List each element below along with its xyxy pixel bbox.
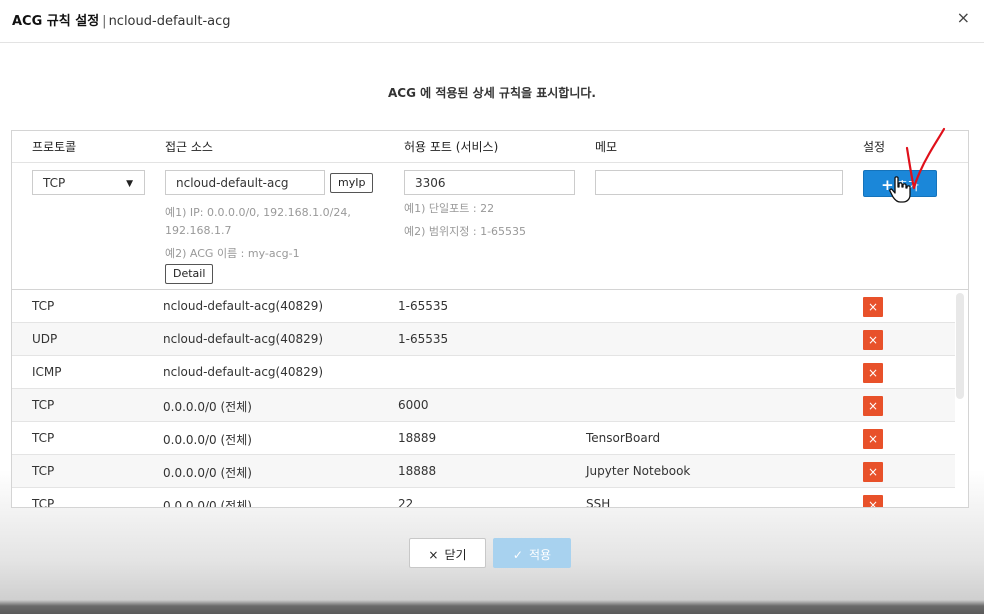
rule-memo: SSH [586,497,611,508]
header-memo: 메모 [595,140,618,154]
rule-port: 6000 [398,398,429,412]
header-settings: 설정 [863,140,886,154]
dialog-title: ACG 규칙 설정 | ncloud-default-acg [12,10,231,29]
delete-rule-icon[interactable]: × [863,363,883,383]
memo-input[interactable] [595,170,843,195]
source-input[interactable]: ncloud-default-acg [165,170,325,195]
table-header: 프로토콜 접근 소스 허용 포트 (서비스) 메모 설정 [12,131,968,163]
rule-protocol: TCP [32,431,55,445]
rule-protocol: TCP [32,464,55,478]
rule-protocol: TCP [32,299,55,313]
dialog-title-main: ACG 규칙 설정 [12,14,100,29]
caret-down-icon: ▼ [126,179,133,189]
rule-port: 18888 [398,464,437,478]
source-hint-acg: 예2) ACG 이름 : my-acg-1 [165,247,300,260]
header-protocol: 프로토콜 [32,140,77,154]
delete-rule-icon[interactable]: × [863,330,883,350]
protocol-select-value: TCP [43,176,66,190]
rule-port: 1-65535 [398,299,449,313]
rule-source: ncloud-default-acg(40829) [163,299,324,313]
rule-source: ncloud-default-acg(40829) [163,332,324,346]
rule-memo: Jupyter Notebook [586,464,691,478]
plus-icon: + [881,176,894,194]
rule-protocol: TCP [32,398,55,412]
apply-button[interactable]: ✓ 적용 [493,538,571,568]
apply-button-label: 적용 [528,548,552,562]
add-rule-label: 추가 [896,179,919,193]
rule-port: 18889 [398,431,437,445]
rule-protocol: ICMP [32,365,62,379]
rule-source: 0.0.0.0/0 (전체) [163,400,252,414]
scrollbar-thumb[interactable] [956,293,964,399]
header-source: 접근 소스 [165,140,213,154]
source-hint-ip-cont: 192.168.1.7 [165,224,232,237]
myip-button[interactable]: myIp [330,173,374,193]
table-row: TCP 0.0.0.0/0 (전체) 22 SSH × [12,488,955,508]
close-icon[interactable]: × [957,9,970,27]
port-hint-range: 예2) 범위지정 : 1-65535 [404,225,527,238]
rule-source: 0.0.0.0/0 (전체) [163,466,252,480]
dialog-subtitle: ncloud-default-acg [108,14,231,29]
protocol-select[interactable]: TCP ▼ [32,170,145,195]
delete-rule-icon[interactable]: × [863,297,883,317]
delete-rule-icon[interactable]: × [863,429,883,449]
table-row: TCP ncloud-default-acg(40829) 1-65535 × [12,290,955,323]
detail-button[interactable]: Detail [165,264,214,284]
rule-source: 0.0.0.0/0 (전체) [163,499,252,508]
acg-rules-table: 프로토콜 접근 소스 허용 포트 (서비스) 메모 설정 TCP ▼ nclou… [11,130,969,508]
add-rule-button[interactable]: + 추가 [863,170,937,197]
new-rule-form: TCP ▼ ncloud-default-acg myIp 예1) IP: 0.… [12,163,968,290]
rule-list-scrollbar[interactable] [956,293,964,507]
table-row: UDP ncloud-default-acg(40829) 1-65535 × [12,323,955,356]
rule-memo: TensorBoard [586,431,661,445]
close-button-label: 닫기 [444,548,467,562]
rule-port: 1-65535 [398,332,449,346]
table-row: ICMP ncloud-default-acg(40829) × [12,356,955,389]
source-hint-ip: 예1) IP: 0.0.0.0/0, 192.168.1.0/24, [165,206,351,219]
rule-protocol: TCP [32,497,55,508]
header-port: 허용 포트 (서비스) [404,140,499,154]
table-row: TCP 0.0.0.0/0 (전체) 18888 Jupyter Notebook × [12,455,955,488]
check-icon: ✓ [512,548,523,562]
delete-rule-icon[interactable]: × [863,462,883,482]
close-button[interactable]: × 닫기 [409,538,486,568]
delete-rule-icon[interactable]: × [863,396,883,416]
dialog-header: ACG 규칙 설정 | ncloud-default-acg × [0,0,984,43]
rule-source: 0.0.0.0/0 (전체) [163,433,252,447]
rule-port: 22 [398,497,414,508]
table-row: TCP 0.0.0.0/0 (전체) 18889 TensorBoard × [12,422,955,455]
dialog-description: ACG 에 적용된 상세 규칙을 표시합니다. [388,86,596,100]
rule-source: ncloud-default-acg(40829) [163,365,324,379]
rule-list: TCP ncloud-default-acg(40829) 1-65535 × UDP n… [12,290,955,508]
port-input[interactable]: 3306 [404,170,575,195]
rule-protocol: UDP [32,332,58,346]
table-row: TCP 0.0.0.0/0 (전체) 6000 × [12,389,955,422]
delete-rule-icon[interactable]: × [863,495,883,507]
close-icon: × [428,548,439,562]
title-separator: | [102,14,107,29]
port-hint-single: 예1) 단일포트 : 22 [404,202,495,215]
